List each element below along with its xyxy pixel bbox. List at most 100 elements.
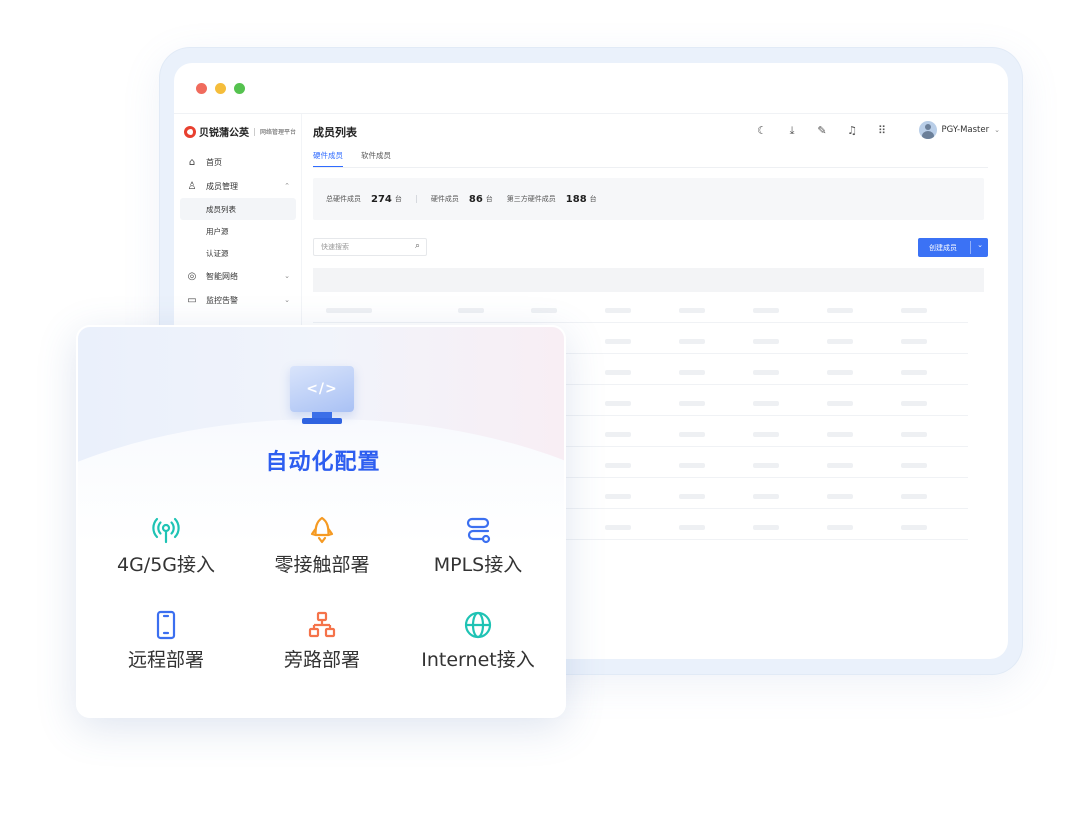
search-icon[interactable]: ⌕ bbox=[415, 241, 420, 251]
skeleton-cell bbox=[901, 401, 927, 406]
skeleton-cell bbox=[901, 463, 927, 468]
tab-hardware-members[interactable]: 硬件成员 bbox=[313, 150, 343, 167]
member-icon: ♙ bbox=[187, 180, 197, 192]
skeleton-cell bbox=[679, 339, 705, 344]
stat-unit: 台 bbox=[589, 195, 597, 203]
sidebar-item-smart-network[interactable]: ◎ 智能网络 ⌄ bbox=[174, 264, 302, 288]
tabs-divider bbox=[313, 167, 988, 168]
window-maximize-dot[interactable] bbox=[234, 83, 245, 94]
card-title: 自动化配置 bbox=[265, 450, 381, 475]
sidebar-nav: ⌂ 首页 ♙ 成员管理 ⌃ 成员列表 用户源 认证源 ◎ 智能网络 ⌄ ▭ 监控… bbox=[174, 150, 302, 312]
skeleton-cell bbox=[901, 339, 927, 344]
sidebar-item-label: 智能网络 bbox=[206, 271, 238, 281]
chevron-down-icon: ⌄ bbox=[284, 296, 290, 304]
bell-icon[interactable]: ♫ bbox=[846, 124, 858, 138]
create-member-label: 创建成员 bbox=[929, 243, 957, 252]
window-minimize-dot[interactable] bbox=[215, 83, 226, 94]
chevron-down-icon[interactable]: ⌄ bbox=[977, 241, 983, 249]
sidebar-item-label: 首页 bbox=[206, 157, 222, 167]
apps-icon[interactable]: ⠿ bbox=[876, 124, 888, 138]
monitor-icon: ▭ bbox=[187, 294, 197, 306]
sidebar-item-label: 成员管理 bbox=[206, 181, 238, 191]
skeleton-cell bbox=[458, 308, 484, 313]
stat-total-label: 总硬件成员 bbox=[326, 195, 361, 203]
search-input[interactable]: 快速搜索 ⌕ bbox=[313, 238, 427, 256]
rocket-icon bbox=[310, 516, 334, 544]
stage: 贝锐蒲公英 网络管理平台 ⌂ 首页 ♙ 成员管理 ⌃ 成员列表 用户源 认证源 bbox=[0, 0, 1080, 833]
header-toolbar: ☾ ⤓ ✎ ♫ ⠿ bbox=[756, 124, 888, 138]
feature-label: Internet接入 bbox=[421, 649, 535, 671]
button-divider bbox=[970, 241, 971, 254]
skeleton-cell bbox=[679, 370, 705, 375]
sidebar-item-monitor-alert[interactable]: ▭ 监控告警 ⌄ bbox=[174, 288, 302, 312]
skeleton-cell bbox=[827, 370, 853, 375]
skeleton-cell bbox=[827, 463, 853, 468]
skeleton-cell bbox=[679, 494, 705, 499]
tab-software-members[interactable]: 软件成员 bbox=[361, 150, 391, 167]
user-name: PGY-Master bbox=[941, 125, 990, 135]
skeleton-cell bbox=[605, 463, 631, 468]
stat-hardware-label: 硬件成员 bbox=[430, 195, 459, 203]
skeleton-cell bbox=[605, 525, 631, 530]
create-member-button[interactable]: 创建成员 ⌄ bbox=[918, 238, 988, 257]
skeleton-cell bbox=[605, 401, 631, 406]
skeleton-cell bbox=[827, 432, 853, 437]
skeleton-cell bbox=[827, 339, 853, 344]
feature-card: </> 自动化配置 4G/5G接入 零接触部署 MPLS接入 远程部署 旁路部署… bbox=[76, 325, 566, 718]
feature-label: 远程部署 bbox=[127, 649, 204, 671]
feature-mpls: MPLS接入 bbox=[398, 515, 558, 577]
sidebar-subitem-auth-source[interactable]: 认证源 bbox=[174, 242, 302, 264]
skeleton-cell bbox=[901, 432, 927, 437]
window-close-dot[interactable] bbox=[196, 83, 207, 94]
edit-icon[interactable]: ✎ bbox=[816, 124, 828, 138]
feature-internet: Internet接入 bbox=[398, 610, 558, 672]
code-monitor-icon: </> bbox=[290, 366, 356, 426]
skeleton-cell bbox=[679, 401, 705, 406]
feature-label: 零接触部署 bbox=[274, 554, 370, 576]
page-title: 成员列表 bbox=[313, 126, 357, 139]
stat-third-party-value: 188 bbox=[565, 193, 587, 205]
skeleton-cell bbox=[827, 525, 853, 530]
skeleton-cell bbox=[753, 525, 779, 530]
skeleton-cell bbox=[679, 463, 705, 468]
chevron-up-icon: ⌃ bbox=[284, 182, 290, 190]
feature-remote-deploy: 远程部署 bbox=[86, 610, 246, 672]
sidebar-item-member-management[interactable]: ♙ 成员管理 ⌃ bbox=[174, 174, 302, 198]
skeleton-cell bbox=[605, 308, 631, 313]
sidebar-item-home[interactable]: ⌂ 首页 bbox=[174, 150, 302, 174]
skeleton-cell bbox=[827, 308, 853, 313]
skeleton-cell bbox=[901, 494, 927, 499]
feature-label: 旁路部署 bbox=[283, 649, 360, 671]
skeleton-cell bbox=[753, 463, 779, 468]
feature-label: MPLS接入 bbox=[433, 554, 523, 576]
sidebar-subitem-user-source[interactable]: 用户源 bbox=[174, 220, 302, 242]
skeleton-cell bbox=[605, 370, 631, 375]
skeleton-cell bbox=[901, 308, 927, 313]
sidebar-subitem-member-list[interactable]: 成员列表 bbox=[180, 198, 296, 220]
brand-name: 贝锐蒲公英 bbox=[199, 128, 249, 139]
feature-4g5g: 4G/5G接入 bbox=[86, 515, 246, 577]
skeleton-cell bbox=[901, 370, 927, 375]
skeleton-cell bbox=[605, 432, 631, 437]
search-placeholder: 快速搜索 bbox=[321, 243, 349, 251]
skeleton-cell bbox=[827, 494, 853, 499]
user-menu[interactable]: PGY-Master ⌄ bbox=[918, 121, 1000, 139]
code-icon: </> bbox=[290, 366, 354, 412]
brand-separator bbox=[254, 127, 255, 136]
theme-icon[interactable]: ☾ bbox=[756, 124, 768, 138]
feature-bypass-deploy: 旁路部署 bbox=[242, 610, 402, 672]
tab-bar: 硬件成员 软件成员 bbox=[313, 150, 391, 167]
skeleton-cell bbox=[753, 432, 779, 437]
stat-third-party-label: 第三方硬件成员 bbox=[506, 195, 556, 203]
brand-logo-icon bbox=[184, 125, 196, 138]
skeleton-cell bbox=[326, 308, 372, 313]
stat-unit: 台 bbox=[485, 195, 493, 203]
download-icon[interactable]: ⤓ bbox=[786, 124, 798, 138]
feature-zero-touch: 零接触部署 bbox=[242, 515, 402, 577]
brand-subtitle: 网络管理平台 bbox=[260, 129, 297, 136]
stat-hardware-value: 86 bbox=[468, 193, 483, 205]
skeleton-cell bbox=[679, 525, 705, 530]
brand[interactable]: 贝锐蒲公英 网络管理平台 bbox=[184, 124, 296, 139]
monitor-foot bbox=[302, 418, 342, 424]
route-icon bbox=[466, 517, 491, 544]
